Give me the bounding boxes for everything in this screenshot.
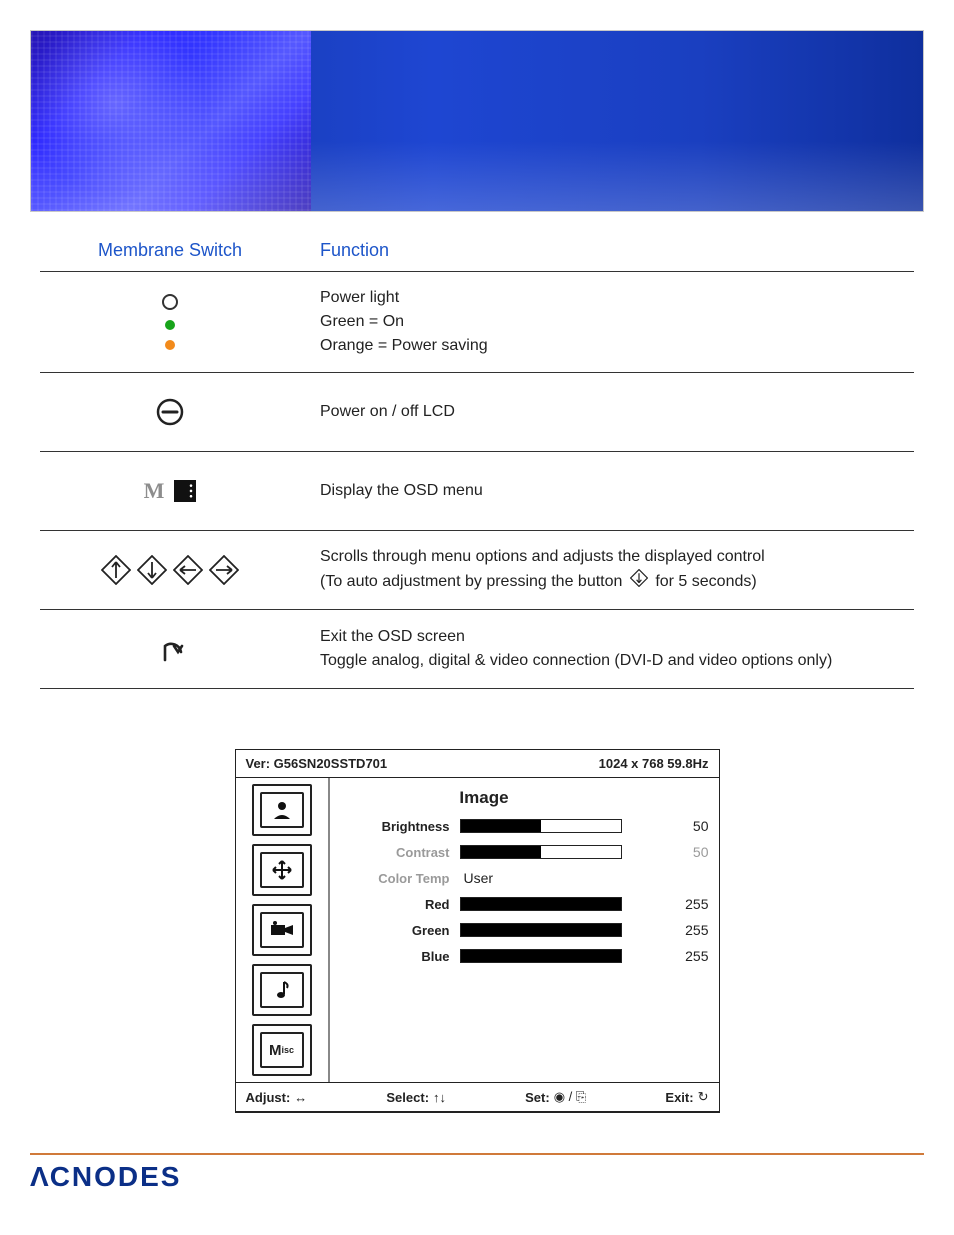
orange-saving-text: Orange = Power saving	[320, 334, 914, 358]
brand-logo: ΛCNODES	[30, 1161, 924, 1193]
table-row: M Display the OSD menu	[40, 452, 914, 531]
osd-panel: Ver: G56SN20SSTD701 1024 x 768 59.8Hz	[235, 749, 720, 1113]
osd-header: Ver: G56SN20SSTD701 1024 x 768 59.8Hz	[236, 750, 719, 778]
auto-adjust-text-a: (To auto adjustment by pressing the butt…	[320, 573, 622, 590]
osd-row-contrast[interactable]: Contrast 50	[340, 844, 709, 860]
osd-tab-audio[interactable]	[252, 964, 312, 1016]
banner-circuit-photo	[31, 31, 311, 211]
return-arrow-icon	[153, 632, 187, 666]
green-label: Green	[340, 923, 450, 938]
membrane-switch-table: Membrane Switch Function Power light Gre…	[40, 232, 914, 689]
contrast-bar[interactable]	[460, 845, 622, 859]
osd-tab-position[interactable]	[252, 844, 312, 896]
power-light-text: Power light	[320, 286, 914, 310]
red-bar[interactable]	[460, 897, 622, 911]
osd-row-brightness[interactable]: Brightness 50	[340, 818, 709, 834]
osd-row-red[interactable]: Red 255	[340, 896, 709, 912]
exit-text-line1: Exit the OSD screen	[320, 625, 914, 649]
osd-footer: Adjust: ↔ Select: ↑↓ Set: ◉ / ⎘ Exit: ↻	[236, 1082, 719, 1111]
osd-tab-image[interactable]	[252, 784, 312, 836]
osd-tab-tools[interactable]	[252, 904, 312, 956]
green-value: 255	[669, 922, 709, 938]
osd-row-blue[interactable]: Blue 255	[340, 948, 709, 964]
red-value: 255	[669, 896, 709, 912]
osd-version: Ver: G56SN20SSTD701	[246, 756, 388, 771]
set-symbol-icon: ◉ / ⎘	[554, 1089, 587, 1105]
left-right-arrow-icon: ↔	[294, 1090, 307, 1105]
camera-icon	[267, 919, 297, 941]
blue-value: 255	[669, 948, 709, 964]
header-banner	[30, 30, 924, 212]
blue-label: Blue	[340, 949, 450, 964]
menu-square-icon	[174, 480, 196, 502]
diamond-up-icon	[101, 555, 131, 585]
person-icon	[269, 799, 295, 821]
auto-adjust-text-b: for 5 seconds)	[655, 573, 756, 590]
green-dot-icon	[165, 320, 175, 330]
footer-select: Select: ↑↓	[386, 1089, 446, 1105]
diamond-down-inline-icon	[630, 569, 648, 595]
diamond-right-icon	[209, 555, 239, 585]
osd-resolution: 1024 x 768 59.8Hz	[599, 756, 709, 771]
brightness-label: Brightness	[340, 819, 450, 834]
header-membrane-switch: Membrane Switch	[40, 240, 300, 261]
header-function: Function	[300, 240, 914, 261]
power-onoff-text: Power on / off LCD	[320, 403, 455, 420]
blue-bar[interactable]	[460, 949, 622, 963]
footer-exit: Exit: ↻	[665, 1089, 708, 1105]
ring-icon	[162, 294, 178, 310]
table-row: Power on / off LCD	[40, 373, 914, 452]
colortemp-value: User	[460, 870, 659, 886]
green-bar[interactable]	[460, 923, 622, 937]
music-note-icon	[271, 979, 293, 1001]
scroll-text-line1: Scrolls through menu options and adjusts…	[320, 545, 914, 569]
osd-row-colortemp[interactable]: Color Temp User	[340, 870, 709, 886]
power-button-icon	[154, 396, 186, 428]
move-arrows-icon	[269, 859, 295, 881]
return-icon: ↻	[698, 1089, 709, 1105]
contrast-label: Contrast	[340, 845, 450, 860]
colortemp-label: Color Temp	[340, 871, 450, 886]
brightness-bar[interactable]	[460, 819, 622, 833]
osd-row-green[interactable]: Green 255	[340, 922, 709, 938]
green-on-text: Green = On	[320, 310, 914, 334]
up-down-arrow-icon: ↑↓	[433, 1090, 446, 1105]
table-row: Scrolls through menu options and adjusts…	[40, 531, 914, 610]
exit-text-line2: Toggle analog, digital & video connectio…	[320, 649, 914, 673]
brightness-value: 50	[669, 818, 709, 834]
contrast-value: 50	[669, 844, 709, 860]
footer-adjust: Adjust: ↔	[246, 1089, 308, 1105]
osd-content: Image Brightness 50 Contrast 50 Color Te…	[330, 778, 719, 1082]
osd-tab-misc[interactable]: Misc	[252, 1024, 312, 1076]
footer-set: Set: ◉ / ⎘	[525, 1089, 586, 1105]
diamond-left-icon	[173, 555, 203, 585]
footer-divider: ΛCNODES	[30, 1153, 924, 1193]
osd-menu-text: Display the OSD menu	[320, 482, 483, 499]
osd-sidebar: Misc	[236, 778, 330, 1082]
table-row: Power light Green = On Orange = Power sa…	[40, 272, 914, 373]
orange-dot-icon	[165, 340, 175, 350]
osd-section-title: Image	[340, 788, 709, 808]
table-row: Exit the OSD screen Toggle analog, digit…	[40, 610, 914, 689]
red-label: Red	[340, 897, 450, 912]
diamond-down-icon	[137, 555, 167, 585]
table-header-row: Membrane Switch Function	[40, 232, 914, 272]
m-icon: M	[144, 478, 165, 504]
